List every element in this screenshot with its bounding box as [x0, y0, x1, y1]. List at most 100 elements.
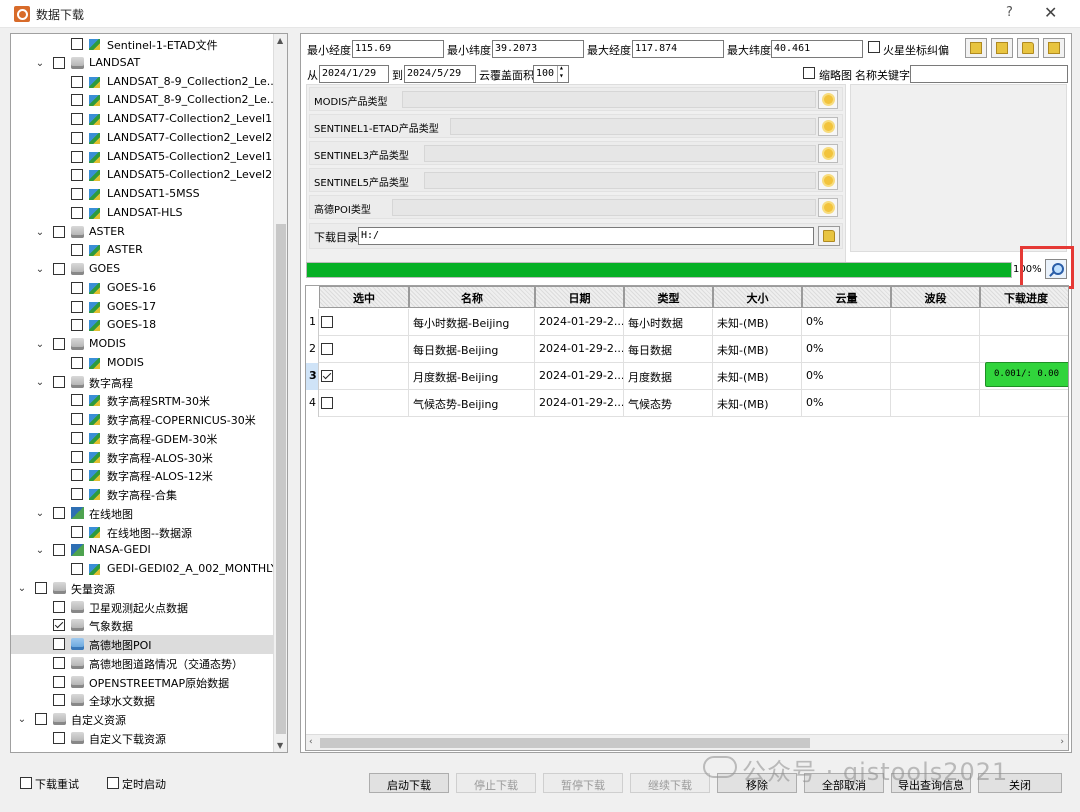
tree-item[interactable]: 数字高程-GDEM-30米 [11, 429, 273, 448]
tree-checkbox[interactable] [53, 506, 65, 519]
scroll-right-arrow-icon[interactable]: › [1060, 737, 1064, 747]
tree-checkbox[interactable] [53, 675, 65, 688]
tree-checkbox[interactable] [53, 731, 65, 744]
thumbnail-checkbox[interactable] [803, 67, 815, 79]
tree-checkbox[interactable] [71, 488, 83, 500]
row-checkbox[interactable] [321, 370, 333, 382]
cloud-spinner[interactable]: 100 [533, 65, 569, 83]
draw-rect-button[interactable] [965, 38, 987, 58]
tree-item[interactable]: LANDSAT1-5MSS [11, 185, 273, 204]
help-button[interactable]: ? [1006, 5, 1013, 20]
product-value-field[interactable] [392, 199, 816, 216]
settings-sun-icon[interactable] [818, 171, 838, 190]
col-header-size[interactable]: 大小 [713, 286, 802, 308]
from-date-input[interactable]: 2024/1/29 [319, 65, 389, 83]
tree-item[interactable]: 高德地图POI [11, 635, 273, 654]
tree-item[interactable]: LANDSAT7-Collection2_Level1 [11, 110, 273, 129]
tree-checkbox[interactable] [71, 525, 83, 538]
chevron-down-icon[interactable]: ⌄ [35, 339, 45, 350]
tree-item[interactable]: MODIS [11, 354, 273, 373]
tree-checkbox[interactable] [35, 713, 47, 725]
min-lat-input[interactable]: 39.2073 [492, 40, 584, 58]
tree-checkbox[interactable] [53, 225, 65, 238]
product-value-field[interactable] [424, 145, 816, 162]
row-checkbox[interactable] [321, 397, 333, 409]
tree-item[interactable]: 数字高程SRTM-30米 [11, 391, 273, 410]
tree-checkbox[interactable] [71, 38, 83, 50]
tree-checkbox[interactable] [71, 206, 83, 219]
tree-checkbox[interactable] [71, 244, 83, 257]
to-date-input[interactable]: 2024/5/29 [404, 65, 476, 83]
tree-item[interactable]: 数字高程-ALOS-30米 [11, 448, 273, 467]
chevron-down-icon[interactable]: ⌄ [35, 377, 45, 388]
timer-checkbox[interactable] [107, 777, 119, 789]
open-shape-button[interactable] [1017, 38, 1039, 58]
scroll-left-arrow-icon[interactable]: ‹ [309, 737, 313, 747]
tree-item[interactable]: 自定义下载资源 [11, 729, 273, 748]
table-scroll-thumb[interactable] [320, 738, 810, 748]
tree-checkbox[interactable] [71, 469, 83, 482]
tree-checkbox[interactable] [35, 581, 47, 594]
tree-checkbox[interactable] [71, 563, 83, 575]
tree-checkbox[interactable] [71, 131, 83, 144]
tree-item[interactable]: ⌄ GOES [11, 260, 273, 279]
settings-sun-icon[interactable] [818, 198, 838, 217]
start-download-button[interactable]: 启动下载 [369, 773, 449, 793]
tree-item[interactable]: OPENSTREETMAP原始数据 [11, 673, 273, 692]
row-select-cell[interactable] [319, 363, 409, 390]
col-header-progress[interactable]: 下载进度 [980, 286, 1068, 308]
tree-checkbox[interactable] [53, 544, 65, 557]
tree-checkbox[interactable] [71, 94, 83, 107]
product-value-field[interactable] [424, 172, 816, 189]
settings-sun-icon[interactable] [818, 144, 838, 163]
tree-item[interactable]: GEDI-GEDI02_A_002_MONTHLY [11, 560, 278, 579]
mars-checkbox[interactable] [868, 41, 880, 53]
chevron-down-icon[interactable]: ⌄ [35, 227, 45, 238]
tree-checkbox[interactable] [71, 169, 83, 182]
col-header-band[interactable]: 波段 [891, 286, 980, 308]
tree-item[interactable]: ⌄ 矢量资源 [11, 579, 273, 598]
tree-checkbox[interactable] [53, 56, 65, 69]
search-zoom-icon[interactable] [1045, 259, 1067, 279]
row-select-cell[interactable] [319, 390, 409, 417]
table-hscrollbar[interactable]: ‹ › [306, 734, 1068, 750]
tree-item[interactable]: GOES-18 [11, 316, 273, 335]
col-header-type[interactable]: 类型 [624, 286, 713, 308]
row-number[interactable]: 1 [306, 309, 319, 336]
grid-select-button[interactable] [1043, 38, 1065, 58]
settings-sun-icon[interactable] [818, 117, 838, 136]
tree-item[interactable]: ⌄ 自定义资源 [11, 710, 273, 729]
resource-tree[interactable]: Sentinel-1-ETAD文件 ⌄ LANDSAT LANDSAT_8-9_Col… [10, 33, 288, 753]
tree-item[interactable]: LANDSAT-HLS [11, 204, 273, 223]
tree-checkbox[interactable] [53, 694, 65, 707]
chevron-down-icon[interactable]: ⌄ [17, 583, 27, 594]
tree-item[interactable]: LANDSAT5-Collection2_Level1 [11, 148, 273, 167]
tree-scrollbar[interactable]: ▲ ▼ [273, 34, 287, 752]
tree-checkbox[interactable] [71, 113, 83, 125]
product-value-field[interactable] [450, 118, 816, 135]
tree-item[interactable]: ASTER [11, 241, 273, 260]
tree-checkbox[interactable] [71, 150, 83, 163]
tree-item[interactable]: GOES-16 [11, 279, 273, 298]
tree-item[interactable]: Sentinel-1-ETAD文件 [11, 35, 273, 54]
download-dir-input[interactable]: H:/ [358, 227, 814, 245]
draw-polygon-button[interactable] [991, 38, 1013, 58]
min-lon-input[interactable]: 115.69 [352, 40, 444, 58]
tree-item[interactable]: LANDSAT7-Collection2_Level2 [11, 129, 273, 148]
chevron-down-icon[interactable]: ⌄ [35, 264, 45, 275]
spin-arrows-icon[interactable] [557, 66, 567, 82]
max-lat-input[interactable]: 40.461 [771, 40, 863, 58]
row-select-cell[interactable] [319, 309, 409, 336]
chevron-down-icon[interactable]: ⌄ [17, 714, 27, 725]
max-lon-input[interactable]: 117.874 [632, 40, 724, 58]
tree-checkbox[interactable] [71, 431, 83, 444]
tree-checkbox[interactable] [53, 263, 65, 275]
tree-item[interactable]: 全球水文数据 [11, 691, 273, 710]
tree-checkbox[interactable] [71, 394, 83, 407]
col-header-name[interactable]: 名称 [409, 286, 535, 308]
scroll-down-arrow-icon[interactable]: ▼ [277, 741, 283, 750]
tree-checkbox[interactable] [71, 319, 83, 332]
row-checkbox[interactable] [321, 343, 333, 355]
scroll-up-arrow-icon[interactable]: ▲ [277, 36, 283, 45]
stop-download-button[interactable]: 停止下载 [456, 773, 536, 793]
